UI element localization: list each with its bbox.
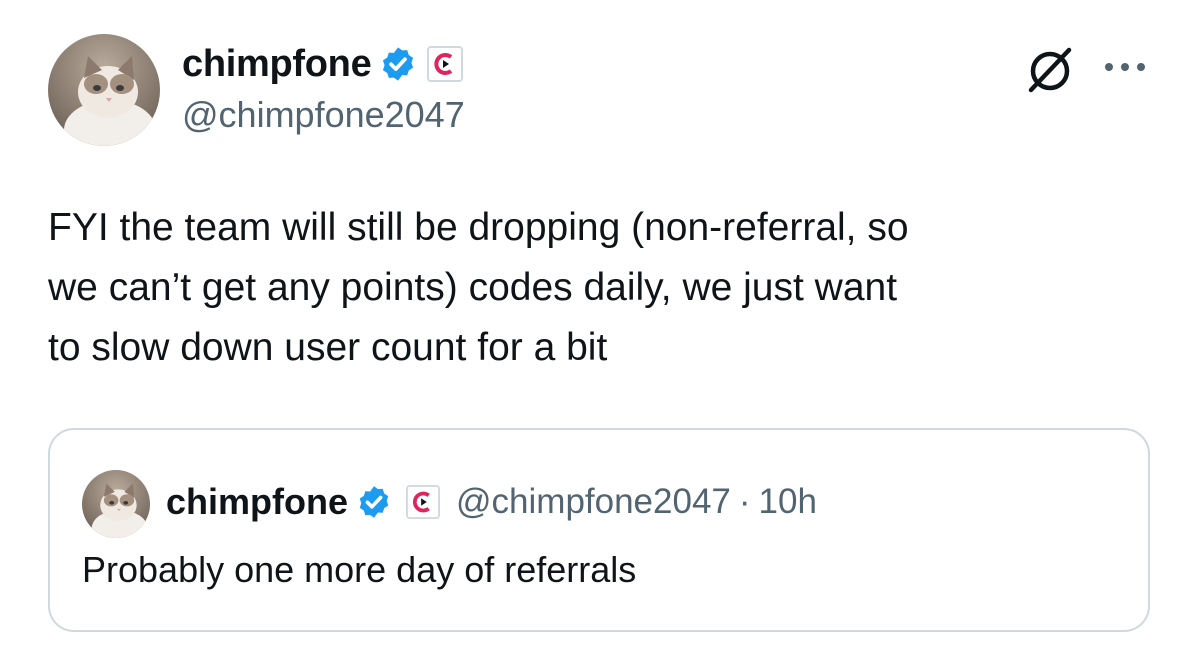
quoted-tweet-text: Probably one more day of referrals (82, 549, 637, 590)
affiliate-logo-icon[interactable] (427, 46, 464, 82)
quoted-tweet[interactable]: chimpfone @chimpfone2047 · 10h Probably … (48, 428, 1150, 632)
more-options-icon[interactable] (1100, 52, 1150, 82)
quoted-timestamp[interactable]: 10h (759, 482, 817, 522)
tweet-text: FYI the team will still be dropping (non… (48, 206, 909, 369)
grok-icon[interactable] (1022, 42, 1078, 98)
quoted-author-handle[interactable]: @chimpfone2047 (456, 482, 731, 522)
quoted-author-name[interactable]: chimpfone (166, 481, 348, 523)
author-name-row: chimpfone (182, 38, 464, 90)
quoted-header: chimpfone @chimpfone2047 · 10h (166, 474, 817, 530)
verified-badge-icon[interactable] (379, 45, 417, 83)
affiliate-logo-icon[interactable] (406, 485, 441, 519)
author-handle[interactable]: @chimpfone2047 (182, 94, 465, 136)
avatar[interactable] (48, 34, 160, 146)
separator-dot: · (738, 482, 751, 521)
tweet-card: chimpfone @chimpfone2047 FYI the team wi… (0, 0, 1200, 664)
verified-badge-icon[interactable] (356, 484, 392, 520)
author-name[interactable]: chimpfone (182, 43, 372, 86)
quoted-avatar[interactable] (82, 470, 150, 538)
